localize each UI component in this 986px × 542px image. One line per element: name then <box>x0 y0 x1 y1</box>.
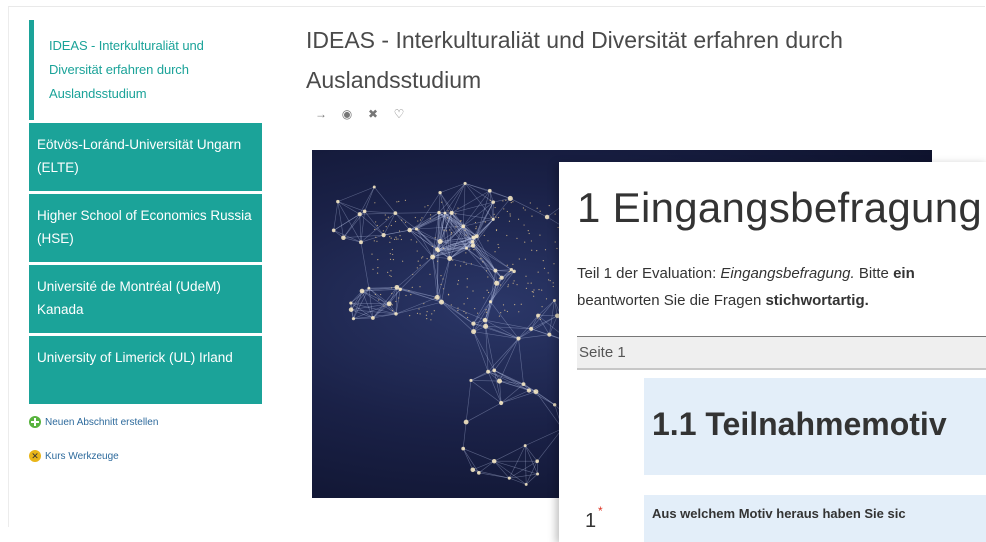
question-text: Aus welchem Motiv heraus haben Sie sic <box>652 506 906 521</box>
sidebar-item-hse[interactable]: Higher School of Economics Russia (HSE) <box>29 194 262 262</box>
required-marker: * <box>598 504 603 518</box>
sidebar-item-udem[interactable]: Université de Montréal (UdeM) Kanada <box>29 265 262 333</box>
survey-title: 1 Eingangsbefragung <box>577 184 982 232</box>
course-tools-label: Kurs Werkzeuge <box>45 451 119 462</box>
survey-intro: Teil 1 der Evaluation: Eingangsbefragung… <box>577 260 986 314</box>
close-icon[interactable]: ✖ <box>366 107 380 121</box>
survey-panel: 1 Eingangsbefragung Teil 1 der Evaluatio… <box>559 162 986 542</box>
intro-strong-2: stichwortartig. <box>765 292 868 309</box>
page-label: Seite 1 <box>577 336 986 370</box>
intro-line-2: beantworten Sie die Fragen <box>577 292 765 309</box>
sidebar-item-ideas[interactable]: IDEAS - Interkulturaliät und Diversität … <box>29 20 262 120</box>
sidebar-item-label: IDEAS - Interkulturaliät und Diversität … <box>49 38 204 101</box>
course-tools-link[interactable]: ✕ Kurs Werkzeuge <box>29 450 262 462</box>
intro-emphasis: Eingangsbefragung. <box>720 265 854 282</box>
add-icon <box>29 416 41 428</box>
new-section-label: Neuen Abschnitt erstellen <box>45 417 158 428</box>
intro-strong: ein <box>893 265 915 282</box>
question-box: Aus welchem Motiv heraus haben Sie sic <box>644 495 986 542</box>
intro-text-2: Bitte <box>855 265 893 282</box>
section-title: 1.1 Teilnahmemotiv <box>652 406 947 443</box>
course-sidebar: IDEAS - Interkulturaliät und Diversität … <box>29 20 262 462</box>
marker-icon[interactable]: ♡ <box>392 107 406 121</box>
sidebar-item-elte[interactable]: Eötvös-Loránd-Universität Ungarn (ELTE) <box>29 123 262 191</box>
question-number: 1 <box>585 510 596 533</box>
tools-icon: ✕ <box>29 450 41 462</box>
new-section-link[interactable]: Neuen Abschnitt erstellen <box>29 416 262 428</box>
arrow-right-icon[interactable]: → <box>314 107 328 121</box>
course-action-icons: → ◉ ✖ ♡ <box>314 107 406 121</box>
section-heading-box: 1.1 Teilnahmemotiv <box>644 378 986 475</box>
course-title: IDEAS - Interkulturaliät und Diversität … <box>306 20 956 100</box>
intro-text: Teil 1 der Evaluation: <box>577 265 720 282</box>
sidebar-item-ul[interactable]: University of Limerick (UL) Irland <box>29 336 262 404</box>
eye-icon[interactable]: ◉ <box>340 107 354 121</box>
